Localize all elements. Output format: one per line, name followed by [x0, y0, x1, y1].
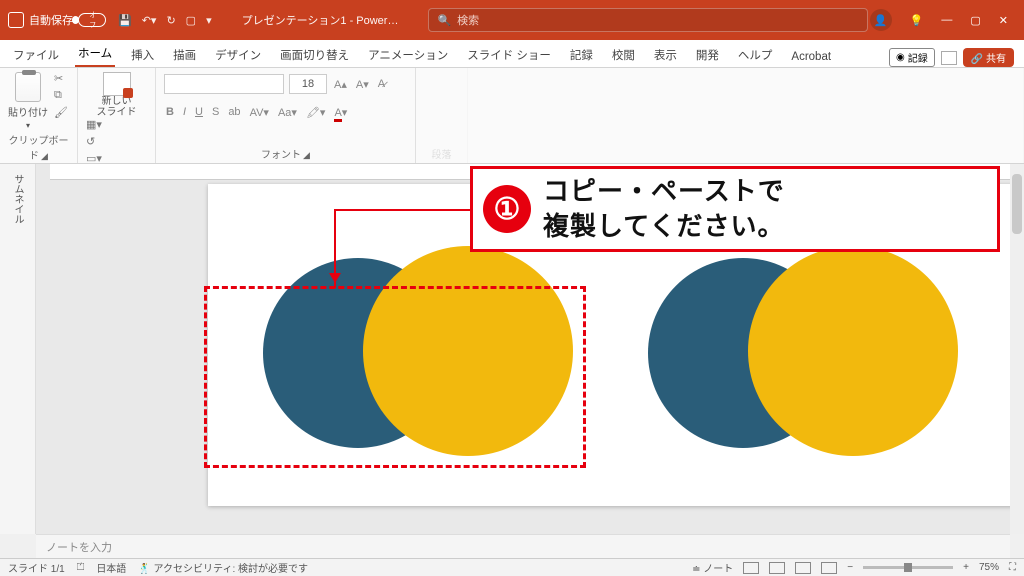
search-icon: 🔍	[437, 14, 451, 27]
format-painter-icon[interactable]: 🖌	[54, 106, 68, 119]
ribbon-tabs: ファイル ホーム 挿入 描画 デザイン 画面切り替え アニメーション スライド …	[0, 40, 1024, 68]
toggle-off[interactable]: オフ	[78, 13, 106, 27]
font-color-button[interactable]: A▾	[332, 106, 349, 119]
notes-pane[interactable]: ノートを入力	[36, 534, 1010, 558]
document-title: プレゼンテーション1 - Power…	[242, 12, 399, 28]
underline-button[interactable]: U	[193, 106, 205, 118]
user-avatar-icon[interactable]: 👤	[870, 9, 892, 31]
reading-view-icon[interactable]	[795, 562, 811, 574]
tab-animations[interactable]: アニメーション	[365, 43, 451, 67]
vertical-scrollbar[interactable]	[1010, 164, 1024, 534]
highlight-button[interactable]: 🖍▾	[304, 106, 328, 119]
ribbon-display-icon[interactable]	[941, 51, 957, 65]
tab-design[interactable]: デザイン	[212, 43, 264, 67]
group-slides: 新しい スライド ▦▾ ↺ ▭▾ スライド	[78, 68, 156, 163]
record-button[interactable]: ◉ 記録	[889, 48, 935, 67]
share-button[interactable]: 🔗 共有	[963, 48, 1014, 67]
tab-slideshow[interactable]: スライド ショー	[464, 43, 554, 67]
case-button[interactable]: Aa▾	[276, 106, 299, 119]
group-label: フォント◢	[164, 144, 407, 161]
group-font: 18 A▴ A▾ A̷ B I U S ab AV▾ Aa▾ 🖍▾ A▾ フォン…	[156, 68, 416, 163]
status-bar: スライド 1/1 ⏍ 日本語 🕺 アクセシビリティ: 検討が必要です ≐ ノート…	[0, 558, 1024, 576]
language-indicator[interactable]: 日本語	[96, 560, 126, 575]
slide-counter[interactable]: スライド 1/1	[8, 560, 65, 575]
spellcheck-icon[interactable]: ⏍	[77, 562, 85, 573]
autosave-label: 自動保存	[29, 12, 73, 28]
tab-record[interactable]: 記録	[567, 43, 596, 67]
fit-slide-icon[interactable]: ⛶	[1009, 562, 1016, 573]
sorter-view-icon[interactable]	[769, 562, 785, 574]
increase-font-icon[interactable]: A▴	[332, 78, 349, 91]
minimize-icon[interactable]: —	[941, 14, 952, 26]
spacing-button[interactable]: AV▾	[248, 106, 271, 119]
clear-format-icon[interactable]: A̷	[376, 78, 387, 90]
zoom-in-icon[interactable]: +	[963, 562, 969, 573]
maximize-icon[interactable]: ▢	[970, 14, 980, 27]
cut-icon[interactable]: ✂	[54, 72, 68, 85]
tab-insert[interactable]: 挿入	[128, 43, 157, 67]
font-size-select[interactable]: 18	[289, 74, 327, 94]
italic-button[interactable]: I	[181, 106, 188, 118]
search-input[interactable]: 🔍 検索	[428, 8, 868, 32]
tab-draw[interactable]: 描画	[170, 43, 199, 67]
slideshow-view-icon[interactable]	[821, 562, 837, 574]
window-controls: 👤 💡 — ▢ ✕	[870, 9, 1016, 31]
font-family-select[interactable]	[164, 74, 284, 94]
circle-yellow-2[interactable]	[748, 246, 958, 456]
quick-access-toolbar: 💾 ↶▾ ↻ ▢ ▾	[118, 14, 212, 27]
tab-developer[interactable]: 開発	[693, 43, 722, 67]
hint-icon[interactable]: 💡	[910, 14, 924, 27]
notes-button[interactable]: ≐ ノート	[692, 560, 733, 575]
annotation-arrow-horizontal	[334, 209, 470, 211]
accessibility-status[interactable]: 🕺 アクセシビリティ: 検討が必要です	[138, 560, 308, 575]
search-placeholder: 検索	[457, 12, 479, 28]
layout-icon[interactable]: ▦▾	[86, 118, 147, 131]
zoom-level[interactable]: 75%	[979, 562, 999, 573]
autosave-toggle[interactable]: 自動保存 オフ	[29, 12, 106, 28]
annotation-text: コピー・ペーストで 複製してください。	[543, 174, 785, 244]
titlebar: 自動保存 オフ 💾 ↶▾ ↻ ▢ ▾ プレゼンテーション1 - Power… 🔍…	[0, 0, 1024, 40]
present-icon[interactable]: ▢	[186, 14, 196, 27]
reset-icon[interactable]: ↺	[86, 135, 147, 148]
tab-acrobat[interactable]: Acrobat	[788, 47, 834, 67]
new-slide-button[interactable]: 新しい スライド	[86, 72, 147, 118]
new-slide-icon	[103, 72, 131, 96]
paste-icon	[15, 72, 41, 102]
group-other	[468, 68, 1024, 163]
group-clipboard: 貼り付け ▾ ✂ ⧉ 🖌 クリップボード◢	[0, 68, 78, 163]
shadow-button[interactable]: ab	[226, 106, 242, 118]
tab-review[interactable]: 校閲	[609, 43, 638, 67]
tab-file[interactable]: ファイル	[10, 43, 62, 67]
undo-icon[interactable]: ↶▾	[142, 14, 157, 27]
thumbnail-label: サムネイル	[10, 174, 25, 224]
annotation-arrow-vertical	[334, 210, 336, 288]
tab-transitions[interactable]: 画面切り替え	[277, 43, 352, 67]
annotation-callout: ① コピー・ペーストで 複製してください。	[470, 166, 1000, 252]
bold-button[interactable]: B	[164, 106, 176, 118]
decrease-font-icon[interactable]: A▾	[354, 78, 371, 91]
close-icon[interactable]: ✕	[999, 14, 1008, 27]
annotation-number-badge: ①	[483, 185, 531, 233]
tab-view[interactable]: 表示	[651, 43, 680, 67]
strike-button[interactable]: S	[210, 106, 221, 118]
notes-placeholder: ノートを入力	[46, 539, 112, 555]
zoom-out-icon[interactable]: −	[847, 562, 853, 573]
save-icon[interactable]: 💾	[118, 14, 132, 27]
paste-button[interactable]: 貼り付け ▾	[8, 72, 48, 130]
annotation-dashed-box	[204, 286, 586, 468]
thumbnail-pane[interactable]: サムネイル	[0, 164, 36, 534]
redo-icon[interactable]: ↻	[166, 14, 175, 27]
app-icon	[8, 12, 24, 28]
ribbon: 貼り付け ▾ ✂ ⧉ 🖌 クリップボード◢ 新しい スライド ▦▾ ↺ ▭▾ ス…	[0, 68, 1024, 164]
zoom-slider[interactable]	[863, 566, 953, 569]
qat-dropdown-icon[interactable]: ▾	[206, 14, 212, 27]
normal-view-icon[interactable]	[743, 562, 759, 574]
tab-help[interactable]: ヘルプ	[735, 43, 776, 67]
group-label: クリップボード◢	[8, 130, 69, 162]
group-paragraph: 段落	[416, 68, 468, 163]
tab-home[interactable]: ホーム	[75, 41, 115, 67]
chevron-down-icon[interactable]: ▾	[26, 121, 30, 130]
copy-icon[interactable]: ⧉	[54, 89, 68, 102]
